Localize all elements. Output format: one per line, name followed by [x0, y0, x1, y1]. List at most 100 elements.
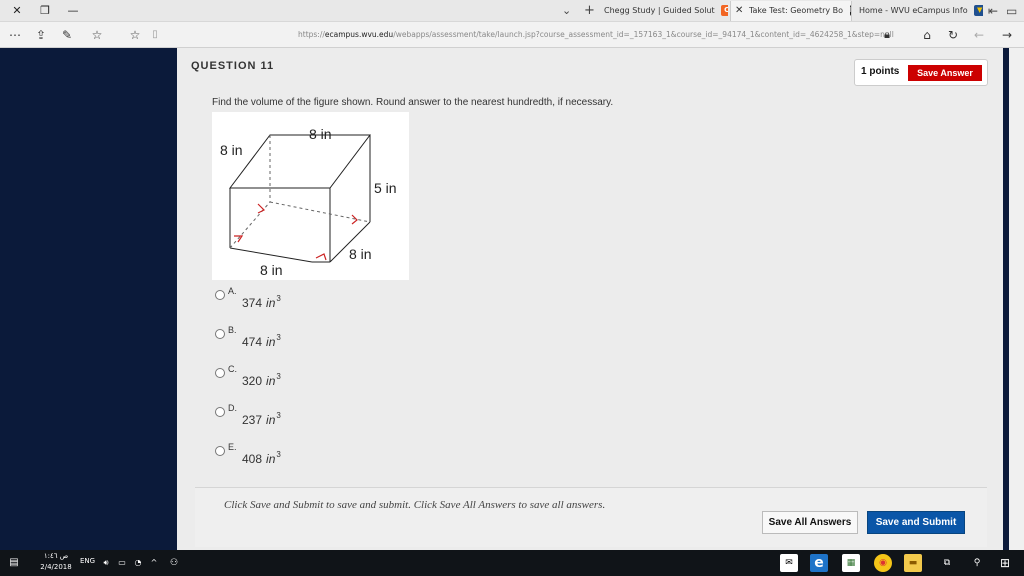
radio-b[interactable] [215, 329, 225, 339]
prism-top-face [228, 134, 372, 189]
chrome-icon[interactable]: ◉ [874, 554, 892, 572]
windows-taskbar: ▤ ص ١:٤٦ 2/4/2018 ENG 🔊︎ ▭ ◔ ^ ⚇ ✉ e ▦ ◉… [0, 550, 1024, 576]
favorites-hub-icon[interactable]: ☆ [88, 26, 106, 44]
question-prompt: Find the volume of the figure shown. Rou… [212, 97, 614, 108]
add-favorite-star-icon[interactable]: ☆ [126, 26, 144, 44]
show-hidden-icons-chevron-icon[interactable]: ^ [148, 554, 160, 572]
home-icon[interactable]: ⌂ [918, 26, 936, 44]
option-number: 408 [242, 452, 263, 466]
save-answer-button[interactable]: Save Answer [908, 65, 982, 81]
option-number: 374 [242, 296, 263, 310]
radio-d[interactable] [215, 407, 225, 417]
label-top-length: 8 in [309, 126, 332, 142]
label-left-length: 8 in [220, 142, 243, 158]
left-side-panel [0, 48, 177, 550]
close-window-icon[interactable]: ✕ [8, 2, 26, 20]
option-value: 474 in3 [242, 333, 281, 349]
search-icon[interactable]: ⚲ [968, 554, 986, 572]
mail-icon[interactable]: ✉ [780, 554, 798, 572]
option-letter: D. [228, 403, 237, 413]
option-value: 237 in3 [242, 411, 281, 427]
option-number: 474 [242, 335, 263, 349]
option-exponent: 3 [276, 411, 281, 420]
save-all-answers-button[interactable]: Save All Answers [762, 511, 858, 534]
label-depth: 8 in [349, 246, 372, 262]
option-unit: in [266, 452, 276, 466]
edge-browser-icon[interactable]: e [810, 554, 828, 572]
forward-icon[interactable]: ← [970, 26, 988, 44]
radio-c[interactable] [215, 368, 225, 378]
taskbar-clock[interactable]: ص ١:٤٦ 2/4/2018 [36, 551, 76, 573]
submit-footer: Click Save and Submit to save and submit… [195, 487, 987, 547]
right-angle-mark-2 [257, 203, 266, 214]
rectangular-prism-figure: 8 in 8 in 5 in 8 in 8 in [212, 112, 409, 280]
radio-a[interactable] [215, 290, 225, 300]
back-icon[interactable]: → [998, 26, 1016, 44]
windows-start-icon[interactable]: ⊞ [996, 554, 1014, 572]
tab-wvu-home-label: Home - WVU eCampus Info [859, 6, 968, 15]
option-number: 237 [242, 413, 263, 427]
option-letter: E. [228, 442, 237, 452]
option-exponent: 3 [276, 333, 281, 342]
question-content: QUESTION 11 1 points Save Answer Find th… [177, 48, 1003, 550]
right-side-panel [1003, 48, 1024, 550]
prism-edge-bottom-front [229, 247, 313, 263]
close-tab-icon[interactable]: ✕ [735, 5, 743, 16]
option-value: 408 in3 [242, 450, 281, 466]
reading-view-icon[interactable]: ▯ [146, 26, 164, 44]
points-label: 1 points [861, 66, 900, 77]
footer-instructions: Click Save and Submit to save and submit… [224, 499, 606, 511]
task-view-icon[interactable]: ⧉ [938, 554, 956, 572]
option-exponent: 3 [276, 294, 281, 303]
volume-icon[interactable]: 🔊︎ [100, 554, 112, 572]
option-value: 374 in3 [242, 294, 281, 310]
store-icon[interactable]: ▦ [842, 554, 860, 572]
right-angle-mark-3 [351, 214, 358, 225]
minimize-window-icon[interactable]: — [64, 2, 82, 20]
lock-icon: 🔒︎ [884, 28, 890, 41]
tab-take-test-label: Take Test: Geometry Bo [748, 6, 844, 15]
label-height: 5 in [374, 180, 397, 196]
right-angle-mark-4 [315, 253, 327, 261]
prism-hidden-back [269, 201, 371, 223]
chegg-favicon-icon: C [721, 5, 728, 16]
option-number: 320 [242, 374, 263, 388]
battery-icon[interactable]: ▭ [116, 554, 128, 572]
url-prefix: https:// [298, 30, 325, 39]
vertical-scrollbar[interactable] [1009, 48, 1024, 550]
blackboard-favicon-icon: Bb [849, 5, 851, 16]
input-language[interactable]: ENG [80, 557, 95, 565]
option-unit: in [266, 335, 276, 349]
new-tab-icon[interactable]: + [584, 2, 595, 20]
restore-window-icon[interactable]: ❐ [36, 2, 54, 20]
url-field[interactable]: https://ecampus.wvu.edu/webapps/assessme… [298, 27, 898, 43]
points-box: 1 points Save Answer [854, 59, 988, 86]
refresh-icon[interactable]: ↻ [944, 26, 962, 44]
label-width: 8 in [260, 262, 283, 278]
save-and-submit-button[interactable]: Save and Submit [867, 511, 965, 534]
radio-e[interactable] [215, 446, 225, 456]
more-menu-icon[interactable]: ⋯ [6, 26, 24, 44]
action-center-icon[interactable]: ▤ [6, 554, 22, 572]
people-icon[interactable]: ⚇ [166, 554, 182, 572]
clock-time: ص ١:٤٦ [43, 552, 69, 560]
share-icon[interactable]: ⇪ [32, 26, 50, 44]
option-value: 320 in3 [242, 372, 281, 388]
show-tabs-icon[interactable]: ▭ [1006, 2, 1017, 20]
address-bar-row: ⋯ ⇪ ✎ ☆ ☆ ▯ https://ecampus.wvu.edu/weba… [0, 22, 1024, 48]
set-aside-tabs-icon[interactable]: ⇤ [988, 2, 998, 20]
tab-list-chevron-icon[interactable]: ⌄ [562, 2, 571, 20]
wifi-icon[interactable]: ◔ [132, 554, 144, 572]
web-note-icon[interactable]: ✎ [58, 26, 76, 44]
tab-chegg-label: Chegg Study | Guided Solut [604, 6, 715, 15]
option-exponent: 3 [276, 450, 281, 459]
question-title: QUESTION 11 [191, 60, 275, 72]
tab-chegg[interactable]: Chegg Study | Guided Solut C [600, 1, 728, 21]
url-path: /webapps/assessment/take/launch.jsp?cour… [393, 30, 894, 39]
browser-titlebar: ✕ ❐ — ⌄ + Chegg Study | Guided Solut C ✕… [0, 0, 1024, 22]
tab-take-test[interactable]: ✕ Take Test: Geometry Bo Bb [730, 1, 852, 21]
tab-wvu-home[interactable]: Home - WVU eCampus Info ▼ [855, 1, 983, 21]
option-letter: B. [228, 325, 237, 335]
clock-date: 2/4/2018 [40, 563, 72, 571]
file-explorer-icon[interactable]: ▬ [904, 554, 922, 572]
